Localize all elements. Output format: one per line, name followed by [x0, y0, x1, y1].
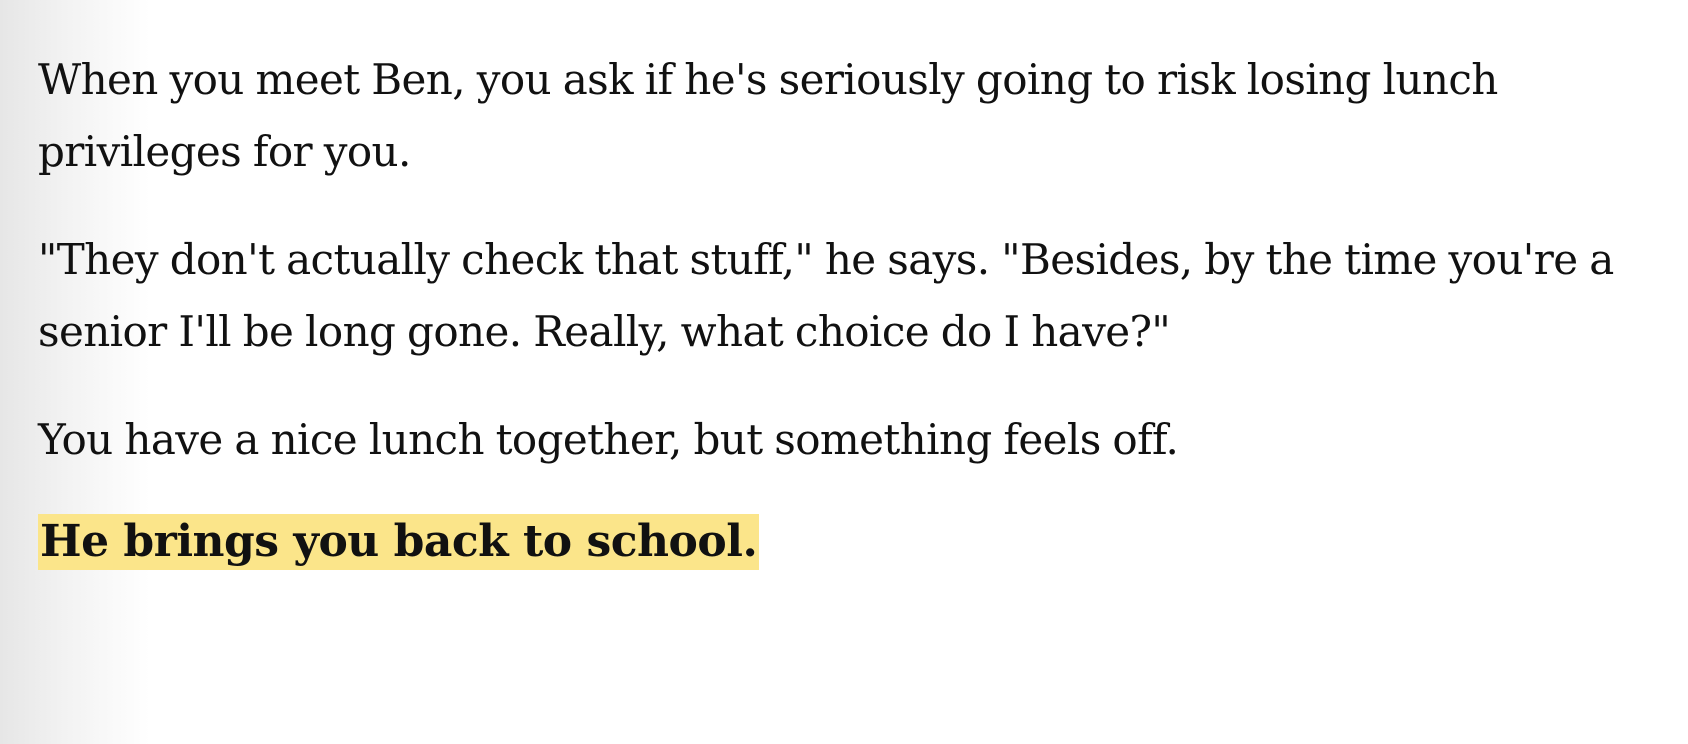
story-paragraph-1: When you meet Ben, you ask if he's serio…: [38, 55, 1498, 176]
story-choice-link[interactable]: He brings you back to school.: [38, 514, 760, 570]
story-paragraph-3: You have a nice lunch together, but some…: [38, 415, 1179, 464]
story-paragraph-2: "They don't actually check that stuff," …: [38, 235, 1614, 356]
story-passage: When you meet Ben, you ask if he's serio…: [38, 44, 1658, 572]
choice-row: He brings you back to school.: [38, 512, 1658, 572]
story-page: When you meet Ben, you ask if he's serio…: [0, 0, 1688, 744]
